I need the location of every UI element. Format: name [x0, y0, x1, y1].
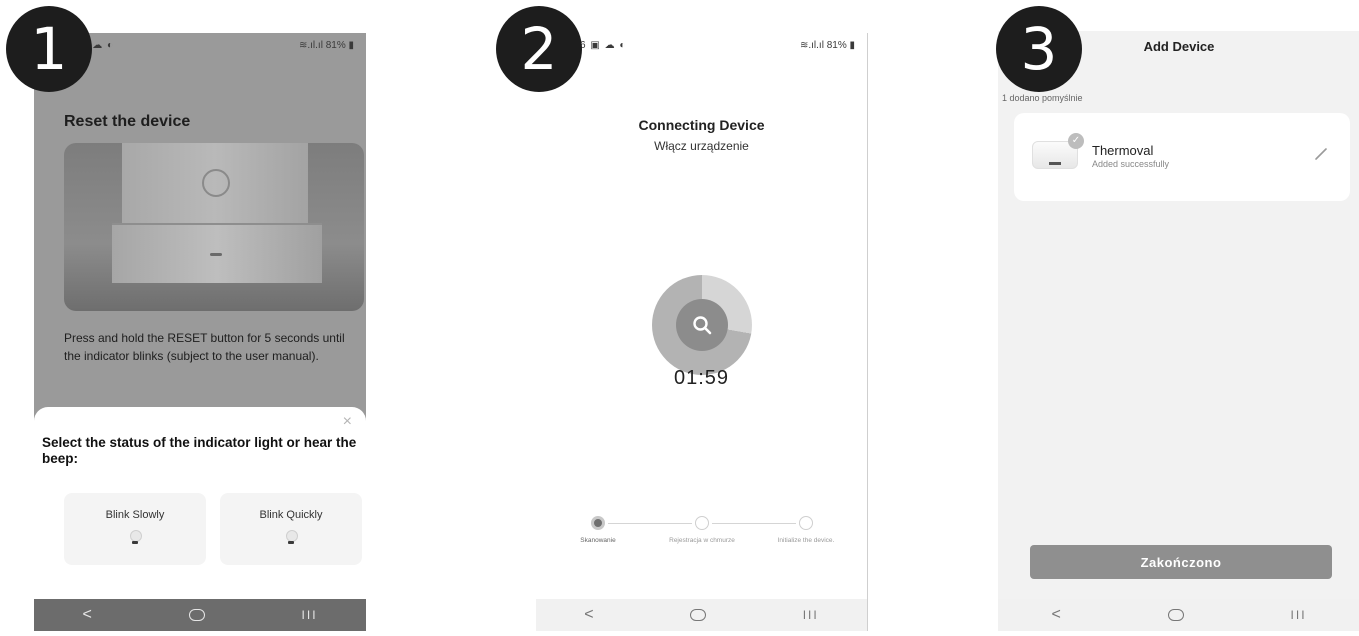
device-status: Added successfully — [1092, 159, 1170, 169]
step-dot-scanning — [591, 516, 605, 530]
indicator-status-sheet: × Select the status of the indicator lig… — [34, 407, 366, 600]
system-nav-bar: < III — [998, 599, 1359, 631]
check-icon: ✓ — [1068, 133, 1084, 149]
indicator-led — [210, 253, 222, 256]
blink-quickly-option[interactable]: Blink Quickly — [220, 493, 362, 565]
page-title: Connecting Device — [638, 117, 765, 133]
search-icon — [676, 299, 728, 351]
edit-icon[interactable] — [1314, 147, 1328, 164]
system-nav-bar: < III — [536, 599, 867, 631]
close-icon[interactable]: × — [343, 413, 352, 431]
back-button[interactable]: < — [82, 606, 91, 624]
system-nav-bar: < III — [34, 599, 366, 631]
sheet-title: Select the status of the indicator light… — [42, 435, 357, 466]
page-subtitle: Włącz urządzenie — [654, 139, 749, 153]
option-label: Blink Quickly — [259, 509, 323, 521]
phone-reset-device: ▣ ☁ ◐ ≋.ıl.ıl 81% ▮ Reset the device Pre… — [34, 33, 366, 631]
blink-slowly-option[interactable]: Blink Slowly — [64, 493, 206, 565]
option-label: Blink Slowly — [105, 509, 165, 521]
status-bar: 6 ▣ ☁ ◐ ≋.ıl.ıl 81% ▮ — [536, 33, 867, 59]
bulb-icon — [284, 527, 298, 545]
device-name: Thermoval — [1092, 143, 1154, 158]
reset-instructions: Press and hold the RESET button for 5 se… — [64, 331, 345, 363]
power-icon — [202, 169, 230, 197]
step-label: Rejestracja w chmurze — [669, 537, 735, 544]
scan-progress-ring — [652, 275, 752, 375]
added-count: 1 dodano pomyślnie — [1002, 93, 1083, 103]
recent-apps-button[interactable]: III — [302, 608, 318, 622]
recent-apps-button[interactable]: III — [1291, 608, 1307, 622]
phone-add-device: Add Device 1 dodano pomyślnie ✓ Thermova… — [998, 31, 1359, 631]
status-icons-right: ≋.ıl.ıl 81% ▮ — [799, 40, 855, 51]
status-icons-right: ≋.ıl.ıl 81% ▮ — [298, 40, 354, 51]
page-title: Reset the device — [64, 113, 191, 130]
step-badge-1: 1 — [6, 6, 92, 92]
phone-connecting-device: 6 ▣ ☁ ◐ ≋.ıl.ıl 81% ▮ Connecting Device … — [536, 33, 868, 631]
device-card[interactable]: ✓ Thermoval Added successfully — [1014, 113, 1350, 201]
progress-steps: Skanowanie Rejestracja w chmurze Initial… — [536, 511, 867, 571]
countdown-timer: 01:59 — [673, 367, 730, 389]
device-photo — [64, 143, 364, 311]
step-badge-3: 3 — [996, 6, 1082, 92]
back-button[interactable]: < — [1051, 606, 1060, 624]
tutorial-stage: ▣ ☁ ◐ ≋.ıl.ıl 81% ▮ Reset the device Pre… — [0, 0, 1359, 636]
step-label: Initialize the device. — [777, 537, 835, 544]
gear-icon — [799, 516, 813, 530]
home-button[interactable] — [1167, 609, 1184, 621]
step-badge-2: 2 — [496, 6, 582, 92]
bulb-icon — [128, 527, 142, 545]
cloud-icon — [695, 516, 709, 530]
finish-button[interactable]: Zakończono — [1030, 545, 1332, 579]
status-icons-left: 6 ▣ ☁ ◐ — [580, 40, 627, 51]
recent-apps-button[interactable]: III — [803, 608, 819, 622]
back-button[interactable]: < — [584, 606, 593, 624]
home-button[interactable] — [188, 609, 205, 621]
home-button[interactable] — [690, 609, 707, 621]
step-label: Skanowanie — [580, 537, 616, 544]
